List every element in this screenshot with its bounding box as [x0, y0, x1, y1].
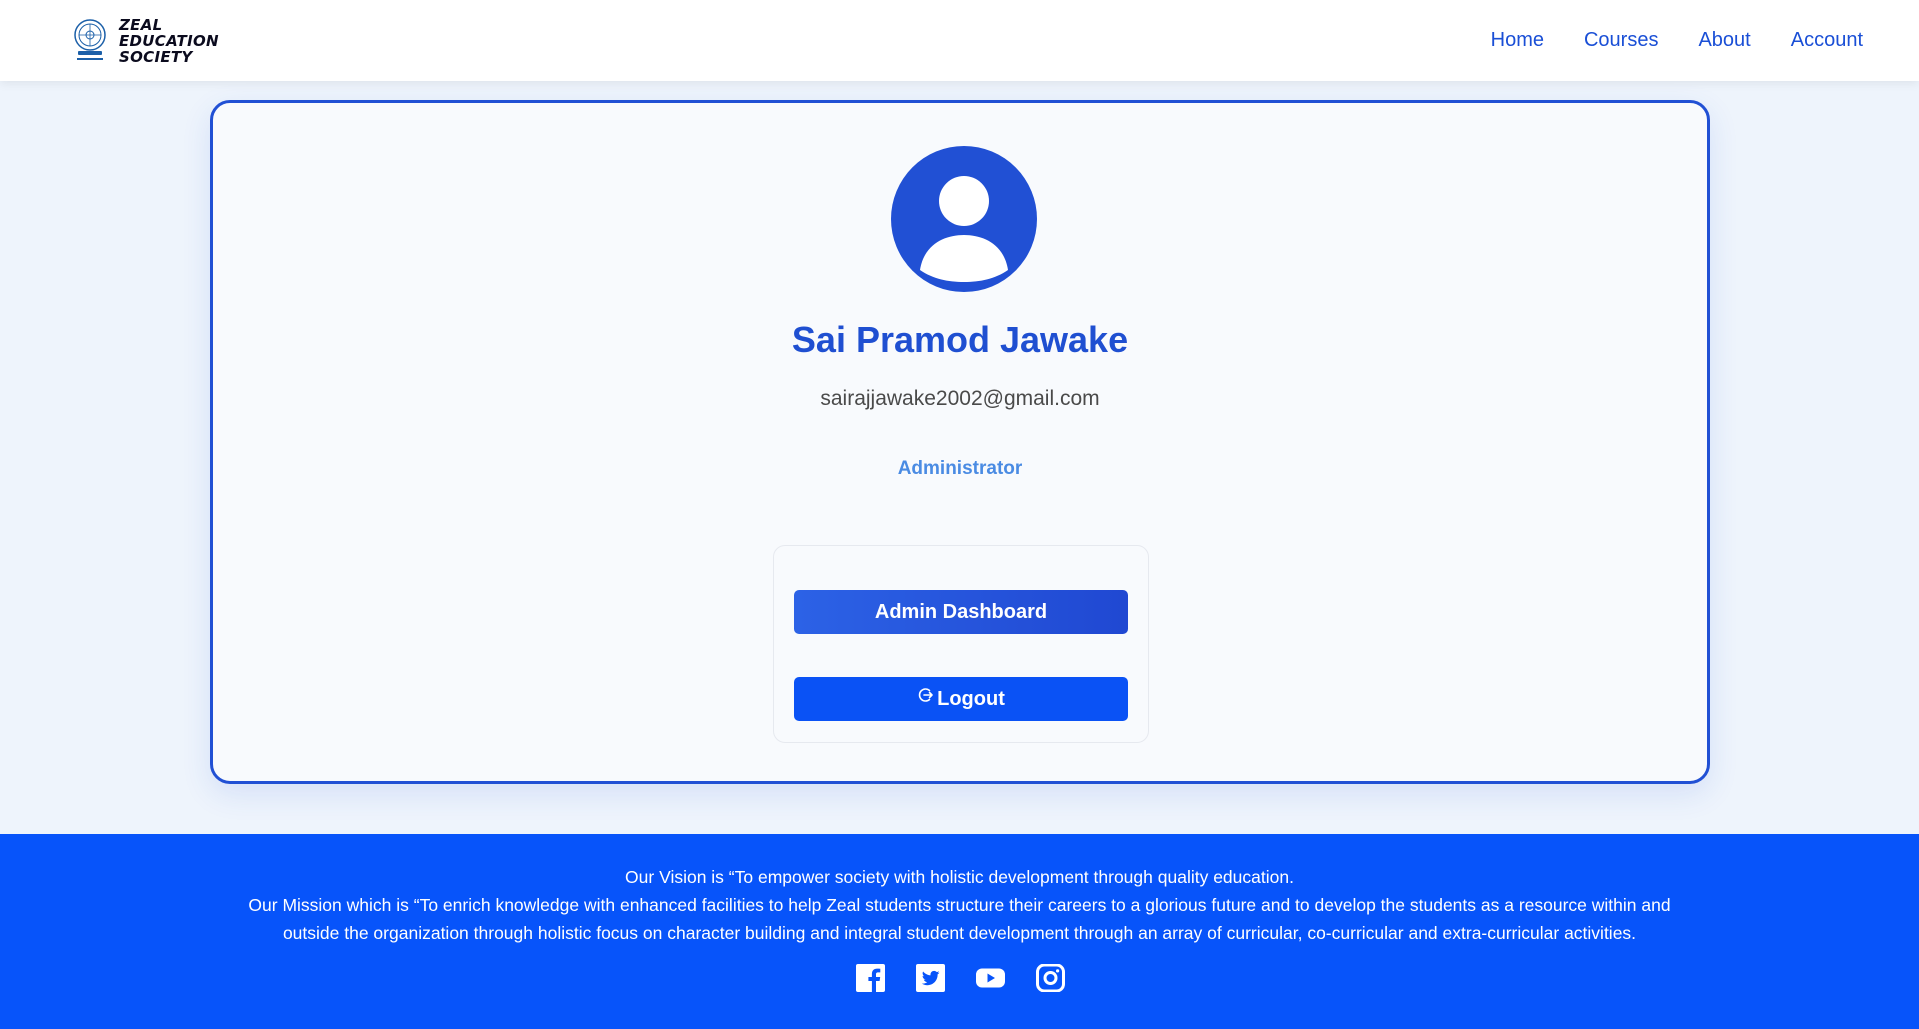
- nav-account-link[interactable]: Account: [1791, 29, 1863, 52]
- brand-name: ZEAL EDUCATION SOCIETY: [119, 17, 219, 65]
- brand[interactable]: ZEAL EDUCATION SOCIETY: [73, 17, 219, 65]
- account-actions-panel: Admin Dashboard Logout: [773, 545, 1149, 743]
- admin-dashboard-label: Admin Dashboard: [874, 600, 1048, 623]
- nav-about-link[interactable]: About: [1698, 29, 1750, 52]
- nav-courses-link[interactable]: Courses: [1584, 29, 1658, 52]
- logout-label: Logout: [937, 687, 1005, 710]
- brand-line-1: ZEAL: [119, 15, 163, 34]
- profile-card: Sai Pramod Jawake sairajjawake2002@gmail…: [210, 100, 1710, 784]
- twitter-icon[interactable]: [916, 964, 945, 992]
- user-email: sairajjawake2002@gmail.com: [820, 387, 1100, 410]
- footer-mission: Our Mission which is “To enrich knowledg…: [248, 895, 1671, 943]
- user-name: Sai Pramod Jawake: [791, 319, 1129, 360]
- zeal-seal-logo: [74, 18, 106, 60]
- admin-dashboard-button[interactable]: Admin Dashboard: [794, 590, 1128, 634]
- user-avatar-icon: [891, 146, 1037, 292]
- youtube-icon[interactable]: [976, 964, 1005, 992]
- site-footer: Our Vision is “To empower society with h…: [0, 834, 1919, 1029]
- logout-icon: [918, 688, 933, 702]
- navbar: ZEAL EDUCATION SOCIETY Home Courses Abou…: [0, 0, 1919, 81]
- footer-vision: Our Vision is “To empower society with h…: [625, 867, 1294, 887]
- facebook-icon[interactable]: [856, 964, 885, 992]
- nav-home-link[interactable]: Home: [1491, 29, 1544, 52]
- user-role-badge: Administrator: [897, 458, 1023, 479]
- brand-line-3: SOCIETY: [119, 47, 193, 66]
- instagram-icon[interactable]: [1036, 964, 1065, 992]
- brand-line-2: EDUCATION: [119, 31, 219, 50]
- logout-button[interactable]: Logout: [794, 677, 1128, 721]
- main-nav: Home Courses About Account: [1491, 29, 1863, 52]
- social-links: [856, 964, 1065, 992]
